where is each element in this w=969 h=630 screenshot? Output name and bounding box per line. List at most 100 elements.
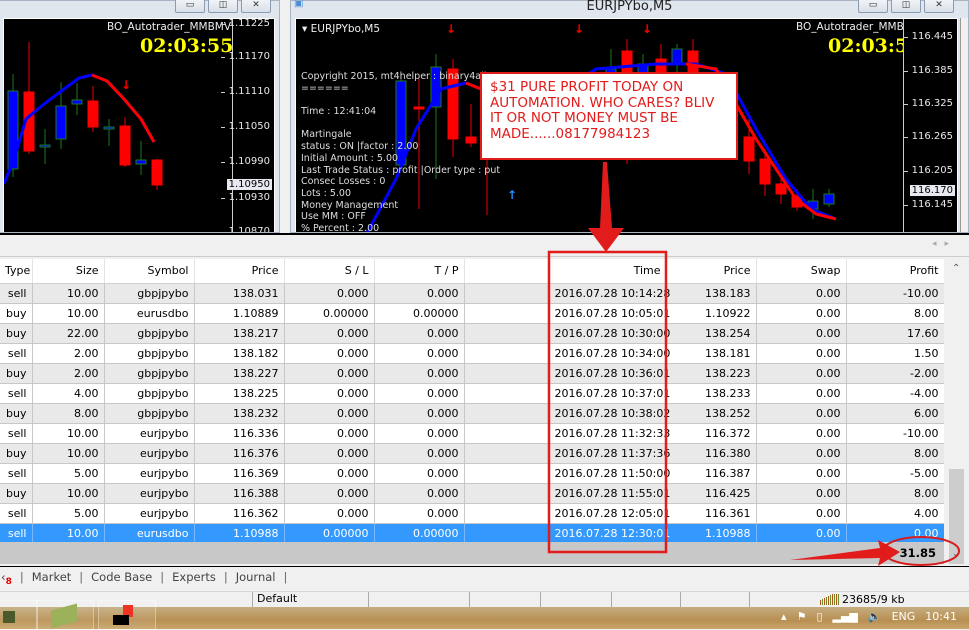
clock[interactable]: 10:41 bbox=[925, 610, 957, 623]
column-header[interactable]: S / L bbox=[284, 259, 375, 284]
taskbar-app-button[interactable] bbox=[36, 600, 94, 630]
close-button[interactable]: ✕ bbox=[241, 0, 271, 13]
table-cell: 0.000 bbox=[284, 323, 375, 344]
horizontal-scroll-arrows[interactable]: ◂▸ bbox=[932, 239, 957, 249]
table-cell: 0.00 bbox=[756, 343, 847, 364]
column-header[interactable]: T / P bbox=[374, 259, 465, 284]
table-cell: 8.00 bbox=[846, 443, 945, 464]
app-icon bbox=[51, 603, 77, 629]
ea-info-line: Initial Amount : 5.00 bbox=[301, 152, 399, 164]
chart-window-eurusd[interactable]: ▭ ◫ ✕ ↓ BO_Autotrader_MMBMV1 ☺ 02:03:55 … bbox=[0, 0, 280, 233]
table-cell: 0.000 bbox=[374, 503, 465, 524]
table-cell: 138.252 bbox=[666, 403, 757, 424]
callout-line: MADE......08177984123 bbox=[490, 125, 651, 142]
taskbar-app-button[interactable] bbox=[0, 600, 38, 630]
chart-symbol-label[interactable]: ▾ EURJPYbo,M5 bbox=[302, 23, 380, 35]
column-header[interactable]: Swap bbox=[756, 259, 847, 284]
table-cell: 0.000 bbox=[374, 423, 465, 444]
column-header[interactable]: Price bbox=[666, 259, 757, 284]
column-header[interactable] bbox=[464, 259, 550, 284]
minimize-button[interactable]: ▭ bbox=[858, 0, 888, 13]
power-icon[interactable]: ▯ bbox=[816, 610, 822, 623]
tab-journal[interactable]: Journal bbox=[236, 570, 276, 584]
table-cell: 1.10988 bbox=[666, 523, 757, 544]
scroll-right-icon[interactable]: ▸ bbox=[944, 239, 957, 249]
taskbar-metatrader-button[interactable] bbox=[98, 600, 156, 630]
connection-status[interactable]: 23685/9 kb bbox=[820, 593, 905, 606]
candle-body bbox=[71, 99, 83, 105]
tray-expand-icon[interactable]: ▴ bbox=[781, 610, 787, 623]
table-cell: 138.232 bbox=[194, 403, 285, 424]
table-row[interactable]: sell 5.00 eurjpybo 116.369 0.000 0.000 2016.07… bbox=[0, 463, 945, 484]
tab-experts[interactable]: Experts bbox=[172, 570, 216, 584]
table-row[interactable]: buy 2.00 gbpjpybo 138.227 0.000 0.000 2016.07.… bbox=[0, 363, 945, 384]
minimize-button[interactable]: ▭ bbox=[175, 0, 205, 13]
window-titlebar[interactable]: ▣ EURJPYbo,M5 ▭ ◫ ✕ bbox=[291, 0, 968, 16]
price-axis[interactable]: 1.11225 1.11170 1.11110 1.11050 1.10990 … bbox=[220, 19, 274, 232]
column-header[interactable]: Time bbox=[549, 259, 667, 284]
table-row[interactable]: buy 10.00 eurjpybo 116.376 0.000 0.000 2016.07… bbox=[0, 443, 945, 464]
table-cell bbox=[464, 503, 550, 524]
tab-separator: | bbox=[19, 569, 24, 584]
current-price-label: 116.170 bbox=[909, 185, 955, 196]
table-cell bbox=[464, 303, 550, 324]
table-row[interactable]: sell 10.00 eurjpybo 116.336 0.000 0.000 2016.0… bbox=[0, 423, 945, 444]
scroll-down-icon[interactable]: ⌄ bbox=[952, 549, 960, 559]
price-axis[interactable]: 116.445 116.385 116.325 116.265 116.205 … bbox=[903, 19, 957, 232]
table-cell: 2016.07.28 11:50:00 bbox=[549, 463, 670, 484]
table-cell: gbpjpybo bbox=[104, 323, 195, 344]
price-tick: 116.325 bbox=[903, 98, 953, 109]
connection-traffic: 23685/9 kb bbox=[842, 593, 905, 606]
column-header[interactable]: Type bbox=[0, 259, 33, 284]
price-tick: 1.10990 bbox=[220, 156, 270, 167]
terminal-panel: ◂▸ Type Size Symbol Price S / LT / P Time Pric… bbox=[0, 233, 969, 591]
column-header[interactable]: Price bbox=[194, 259, 285, 284]
table-row[interactable]: sell 10.00 eurusdbo 1.10988 0.00000 0.00000 20… bbox=[0, 523, 945, 544]
network-icon[interactable]: ▂▄▆ bbox=[833, 610, 858, 623]
close-button[interactable]: ✕ bbox=[924, 0, 954, 13]
scroll-left-icon[interactable]: ◂ bbox=[932, 239, 945, 249]
buy-signal-arrow: ↑ bbox=[507, 188, 517, 202]
column-header[interactable]: Symbol bbox=[104, 259, 195, 284]
restore-button[interactable]: ◫ bbox=[208, 0, 238, 13]
flag-icon[interactable]: ⚑ bbox=[797, 610, 807, 623]
scroll-up-icon[interactable]: ⌃ bbox=[952, 263, 960, 274]
price-chart[interactable]: ↓ BO_Autotrader_MMBMV1 ☺ 02:03:55 1.1122… bbox=[3, 18, 275, 232]
table-cell: sell bbox=[0, 523, 33, 544]
table-cell: eurjpybo bbox=[104, 483, 195, 504]
table-cell: sell bbox=[0, 463, 33, 484]
column-header[interactable]: Size bbox=[32, 259, 105, 284]
restore-button[interactable]: ◫ bbox=[891, 0, 921, 13]
tab-market[interactable]: Market bbox=[32, 570, 72, 584]
price-tick: 1.10870 bbox=[229, 226, 270, 232]
close-icon: ✕ bbox=[935, 0, 943, 10]
vertical-scrollbar[interactable]: ⌃ ⌄ bbox=[944, 259, 969, 564]
column-header[interactable]: Profit bbox=[846, 259, 945, 284]
tab-code-base[interactable]: Code Base bbox=[91, 570, 152, 584]
ea-info-line: Copyright 2015, mt4helper : binary4all bbox=[301, 71, 487, 82]
table-row[interactable]: buy 8.00 gbpjpybo 138.232 0.000 0.000 2016.07.… bbox=[0, 403, 945, 424]
table-cell: 2016.07.28 10:34:00 bbox=[549, 343, 670, 364]
window-vertical-border bbox=[960, 18, 968, 232]
table-row[interactable]: sell 10.00 gbpjpybo 138.031 0.000 0.000 2016.0… bbox=[0, 283, 945, 304]
sell-signal-arrow: ↓ bbox=[446, 22, 456, 36]
language-indicator[interactable]: ENG bbox=[892, 610, 916, 623]
table-row[interactable]: sell 5.00 eurjpybo 116.362 0.000 0.000 2016.07… bbox=[0, 503, 945, 524]
window-titlebar[interactable]: ▭ ◫ ✕ bbox=[0, 0, 279, 16]
table-cell: gbpjpybo bbox=[104, 343, 195, 364]
table-row[interactable]: sell 4.00 gbpjpybo 138.225 0.000 0.000 2016.07… bbox=[0, 383, 945, 404]
table-row[interactable]: buy 22.00 gbpjpybo 138.217 0.000 0.000 2016.07… bbox=[0, 323, 945, 344]
tab-partial[interactable]: ‹8 bbox=[1, 570, 12, 587]
table-row[interactable]: buy 10.00 eurusdbo 1.10889 0.00000 0.00000 201… bbox=[0, 303, 945, 324]
table-cell: 116.336 bbox=[194, 423, 285, 444]
table-cell: -2.00 bbox=[846, 363, 945, 384]
table-row[interactable]: buy 10.00 eurjpybo 116.388 0.000 0.000 2016.07… bbox=[0, 483, 945, 504]
table-cell: 0.00 bbox=[756, 503, 847, 524]
table-cell: sell bbox=[0, 343, 33, 364]
tab-separator: | bbox=[160, 569, 165, 584]
volume-icon[interactable]: 🔈 bbox=[868, 610, 882, 623]
table-cell: 10.00 bbox=[32, 303, 105, 324]
table-row[interactable]: sell 2.00 gbpjpybo 138.182 0.000 0.000 2016.07… bbox=[0, 343, 945, 364]
candle-body bbox=[671, 48, 683, 65]
table-cell: 4.00 bbox=[846, 503, 945, 524]
